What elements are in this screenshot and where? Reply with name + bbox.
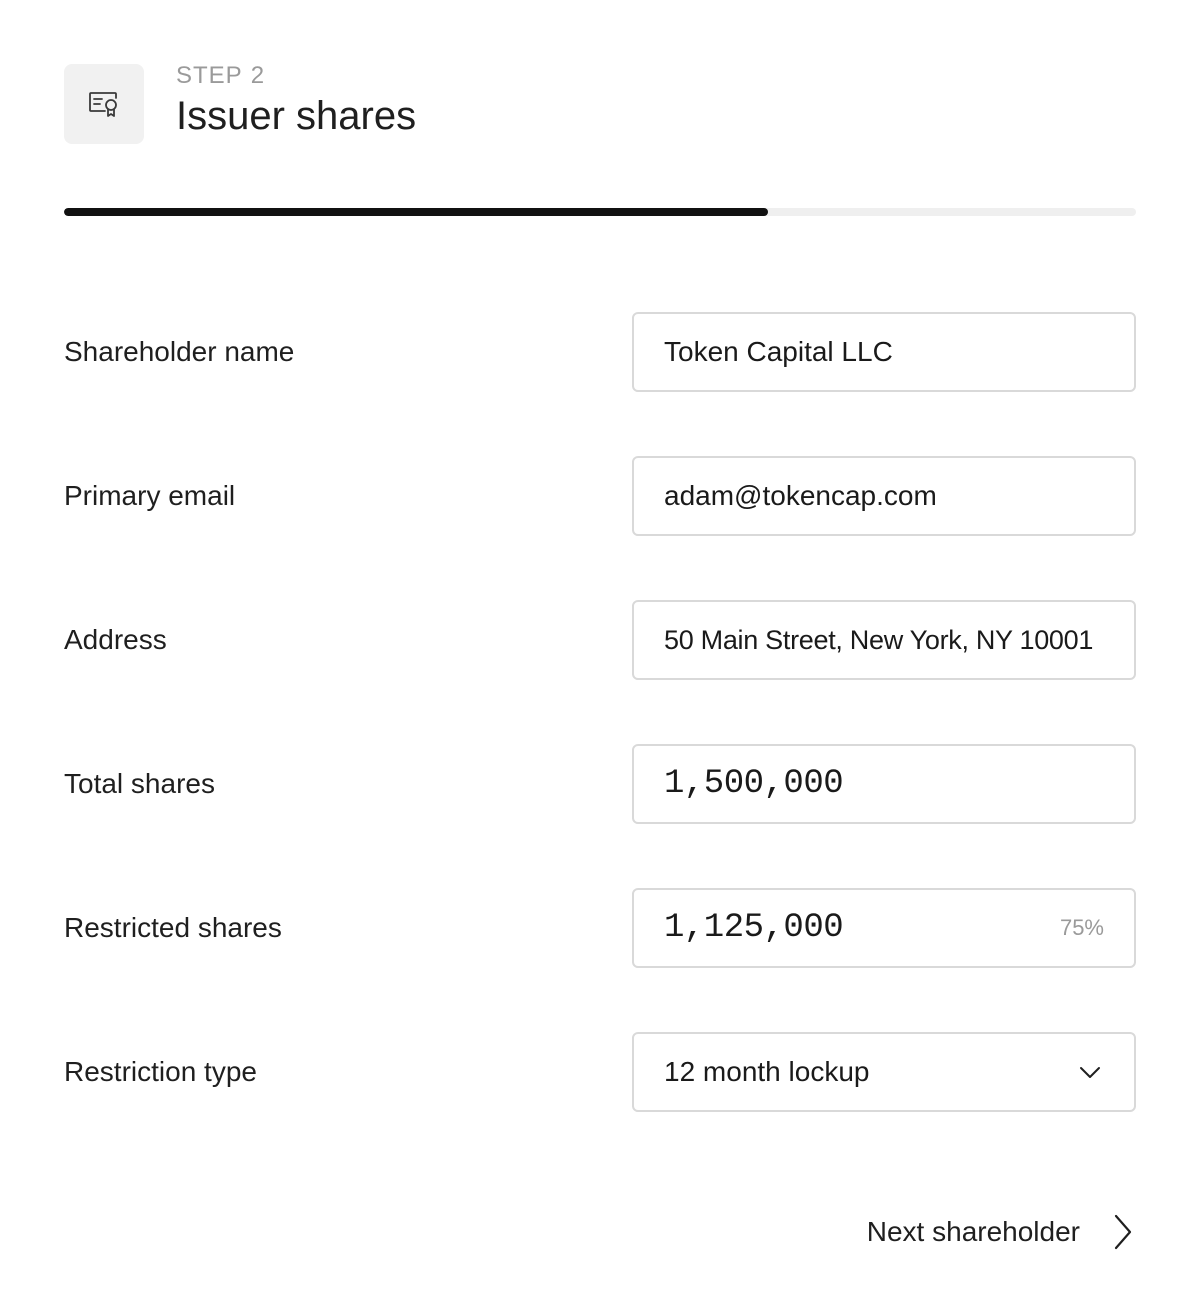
address-field[interactable]: 50 Main Street, New York, NY 10001: [632, 600, 1136, 680]
restricted-shares-percent: 75%: [1059, 915, 1104, 940]
shareholder-name-value[interactable]: Token Capital LLC: [664, 336, 1104, 368]
primary-email-row: Primary email adam@tokencap.com: [64, 456, 1136, 536]
address-row: Address 50 Main Street, New York, NY 100…: [64, 600, 1136, 680]
restriction-type-row: Restriction type 12 month lockup: [64, 1032, 1136, 1112]
progress-bar: [64, 208, 1136, 216]
page-title: Issuer shares: [176, 94, 417, 138]
shareholder-name-row: Shareholder name Token Capital LLC: [64, 312, 1136, 392]
shareholder-name-label: Shareholder name: [64, 336, 295, 367]
primary-email-value[interactable]: adam@tokencap.com: [664, 480, 1104, 512]
step-word: STEP: [176, 62, 243, 89]
shareholder-name-field[interactable]: Token Capital LLC: [632, 312, 1136, 392]
total-shares-value[interactable]: 1,500,000: [664, 765, 1104, 803]
chevron-right-icon[interactable]: [1108, 1212, 1136, 1252]
restricted-shares-value[interactable]: 1,125,000: [664, 909, 1048, 947]
address-value[interactable]: 50 Main Street, New York, NY 10001: [664, 625, 1104, 656]
restricted-shares-row: Restricted shares 1,125,000 75%: [64, 888, 1136, 968]
next-shareholder-label[interactable]: Next shareholder: [867, 1216, 1080, 1248]
primary-email-label: Primary email: [64, 480, 236, 511]
step-indicator: STEP 2: [176, 62, 416, 90]
total-shares-label: Total shares: [64, 768, 215, 799]
restriction-type-value[interactable]: 12 month lockup: [664, 1056, 1064, 1088]
next-shareholder-button[interactable]: Next shareholder: [867, 1200, 1136, 1264]
restricted-shares-label: Restricted shares: [64, 912, 282, 943]
certificate-icon: [64, 64, 144, 144]
chevron-down-icon[interactable]: [1076, 1058, 1104, 1086]
restricted-shares-field[interactable]: 1,125,000 75%: [632, 888, 1136, 968]
primary-email-field[interactable]: adam@tokencap.com: [632, 456, 1136, 536]
total-shares-row: Total shares 1,500,000: [64, 744, 1136, 824]
address-label: Address: [64, 624, 167, 655]
restriction-type-select[interactable]: 12 month lockup: [632, 1032, 1136, 1112]
step-header: STEP 2 Issuer shares: [64, 62, 417, 144]
restriction-type-label: Restriction type: [64, 1056, 257, 1087]
step-number: 2: [250, 62, 266, 89]
total-shares-field[interactable]: 1,500,000: [632, 744, 1136, 824]
progress-fill: [64, 208, 769, 216]
